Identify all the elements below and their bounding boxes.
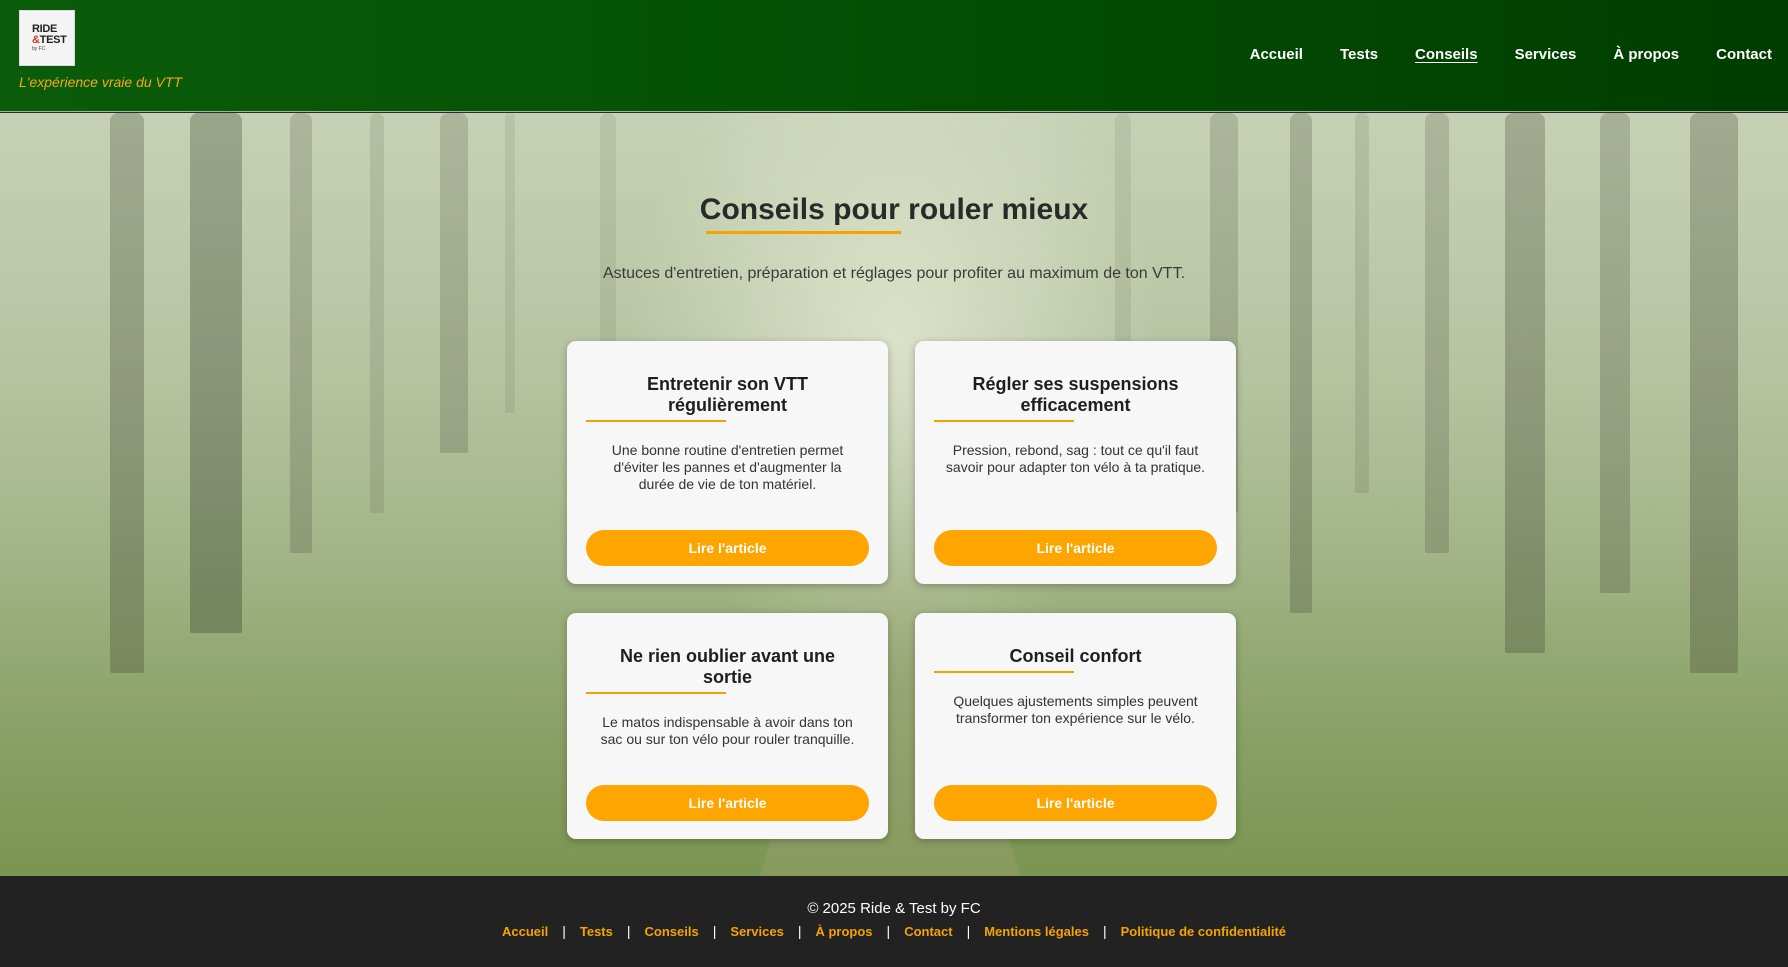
nav-link-accueil[interactable]: Accueil bbox=[1250, 46, 1303, 63]
nav-link-contact[interactable]: Contact bbox=[1716, 46, 1772, 63]
card-title-underline bbox=[586, 420, 726, 422]
logo-text-test: &TEST bbox=[32, 34, 67, 46]
card-text: Le matos indispensable à avoir dans ton … bbox=[600, 714, 855, 747]
footer-copyright: © 2025 Ride & Test by FC bbox=[807, 900, 981, 917]
footer-separator: | bbox=[712, 923, 717, 939]
main-content: Conseils pour rouler mieux Astuces d'ent… bbox=[0, 113, 1788, 876]
card-title-underline bbox=[934, 671, 1074, 673]
card-title: Régler ses suspensions efficacement bbox=[972, 374, 1179, 415]
footer-link-accueil[interactable]: Accueil bbox=[502, 924, 548, 939]
title-underline bbox=[706, 231, 901, 234]
site-footer: © 2025 Ride & Test by FC Accueil | Tests… bbox=[0, 876, 1788, 967]
card-text: Pression, rebond, sag : tout ce qu'il fa… bbox=[945, 442, 1206, 475]
footer-link-tests[interactable]: Tests bbox=[580, 924, 613, 939]
nav-link-conseils[interactable]: Conseils bbox=[1415, 46, 1478, 63]
card-text: Quelques ajustements simples peuvent tra… bbox=[953, 693, 1198, 726]
nav-link-a-propos[interactable]: À propos bbox=[1613, 46, 1679, 63]
main-nav: Accueil Tests Conseils Services À propos… bbox=[1213, 46, 1772, 63]
nav-link-tests[interactable]: Tests bbox=[1340, 46, 1378, 63]
card-title: Entretenir son VTT régulièrement bbox=[646, 374, 808, 415]
footer-separator: | bbox=[966, 923, 971, 939]
card-title-underline bbox=[586, 692, 726, 694]
footer-separator: | bbox=[626, 923, 631, 939]
footer-nav: Accueil | Tests | Conseils | Services | … bbox=[0, 923, 1788, 939]
card-title: Ne rien oublier avant une sortie bbox=[619, 646, 836, 687]
footer-separator: | bbox=[1102, 923, 1107, 939]
site-header: RIDE &TEST by FC L'expérience vraie du V… bbox=[0, 0, 1788, 112]
footer-link-conseils[interactable]: Conseils bbox=[645, 924, 699, 939]
read-article-button[interactable]: Lire l'article bbox=[934, 530, 1217, 566]
card-title-underline bbox=[934, 420, 1074, 422]
site-tagline: L'expérience vraie du VTT bbox=[19, 74, 182, 90]
footer-link-contact[interactable]: Contact bbox=[904, 924, 952, 939]
page-title: Conseils pour rouler mieux bbox=[699, 193, 1089, 226]
footer-separator: | bbox=[797, 923, 802, 939]
footer-separator: | bbox=[562, 923, 566, 939]
site-logo[interactable]: RIDE &TEST by FC bbox=[19, 10, 75, 66]
footer-link-a-propos[interactable]: À propos bbox=[815, 924, 872, 939]
footer-separator: | bbox=[886, 923, 891, 939]
advice-card: Ne rien oublier avant une sortie Le mato… bbox=[567, 613, 888, 839]
read-article-button[interactable]: Lire l'article bbox=[934, 785, 1217, 821]
advice-card: Conseil confort Quelques ajustements sim… bbox=[915, 613, 1236, 839]
card-text: Une bonne routine d'entretien permet d'é… bbox=[611, 442, 844, 492]
advice-card: Régler ses suspensions efficacement Pres… bbox=[915, 341, 1236, 584]
logo-text-byfc: by FC bbox=[32, 46, 46, 52]
card-title: Conseil confort bbox=[1009, 646, 1142, 666]
nav-link-services[interactable]: Services bbox=[1515, 46, 1577, 63]
read-article-button[interactable]: Lire l'article bbox=[586, 785, 869, 821]
footer-link-politique-confidentialite[interactable]: Politique de confidentialité bbox=[1121, 924, 1286, 939]
read-article-button[interactable]: Lire l'article bbox=[586, 530, 869, 566]
footer-link-services[interactable]: Services bbox=[730, 924, 784, 939]
footer-link-mentions-legales[interactable]: Mentions légales bbox=[984, 924, 1089, 939]
advice-card: Entretenir son VTT régulièrement Une bon… bbox=[567, 341, 888, 584]
page-subtitle: Astuces d'entretien, préparation et régl… bbox=[602, 265, 1186, 282]
